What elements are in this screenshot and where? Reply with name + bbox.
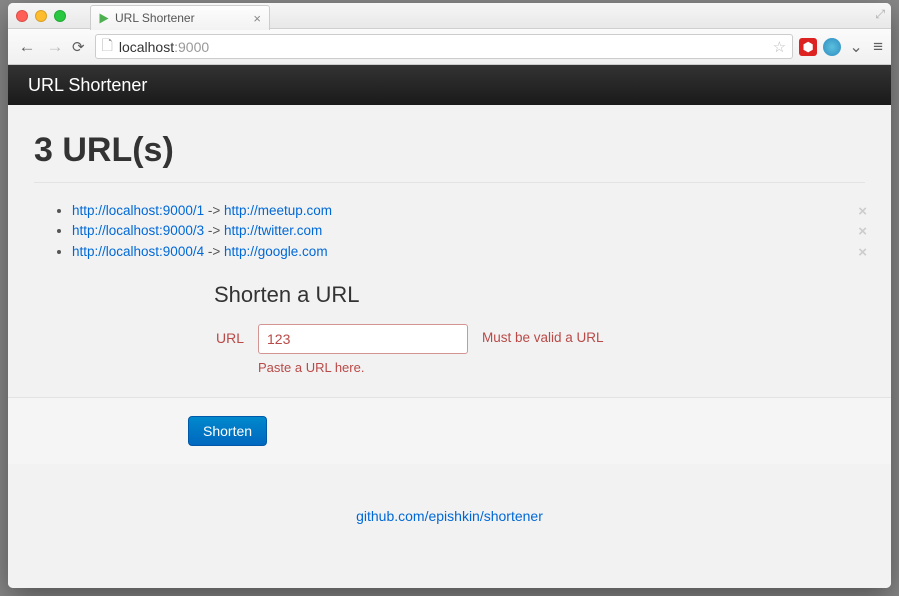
short-url-link[interactable]: http://localhost:9000/3 (72, 223, 204, 238)
reload-button[interactable]: ⟳ (72, 38, 85, 56)
url-list-item: http://localhost:9000/4 -> http://google… (72, 242, 865, 262)
form-row: URL Paste a URL here. Must be valid a UR… (214, 324, 865, 375)
chrome-menu-icon[interactable]: ≡ (873, 37, 883, 57)
short-url-link[interactable]: http://localhost:9000/4 (72, 244, 204, 259)
app-navbar: URL Shortener (8, 65, 891, 105)
arrow-text: -> (208, 244, 224, 259)
url-port: :9000 (174, 39, 209, 55)
url-error-text: Must be valid a URL (482, 324, 604, 345)
url-input[interactable] (258, 324, 468, 354)
shorten-button[interactable]: Shorten (188, 416, 267, 446)
delete-url-icon[interactable]: × (858, 201, 867, 224)
arrow-text: -> (208, 223, 224, 238)
arrow-text: -> (208, 203, 224, 218)
url-list-item: http://localhost:9000/1 -> http://meetup… (72, 201, 865, 221)
play-favicon-icon (100, 13, 109, 23)
fullscreen-icon[interactable]: ⤢ (875, 7, 885, 22)
page-header: 3 URL(s) (34, 117, 865, 183)
zoom-window-button[interactable] (54, 10, 66, 22)
shorten-form: Shorten a URL URL Paste a URL here. Must… (214, 282, 865, 375)
app-brand: URL Shortener (28, 75, 147, 96)
github-link[interactable]: github.com/epishkin/shortener (356, 508, 543, 524)
tab-close-icon[interactable]: × (253, 11, 261, 26)
form-heading: Shorten a URL (214, 282, 865, 308)
long-url-link[interactable]: http://twitter.com (224, 223, 322, 238)
address-bar[interactable]: 🗋 localhost:9000 ☆ (95, 34, 794, 59)
page-content: URL Shortener 3 URL(s) http://localhost:… (8, 65, 891, 588)
url-help-text: Paste a URL here. (258, 360, 468, 375)
main-container: 3 URL(s) http://localhost:9000/1 -> http… (8, 105, 891, 538)
delete-url-icon[interactable]: × (858, 221, 867, 244)
globe-extension-icon[interactable] (823, 38, 841, 56)
url-text: localhost:9000 (119, 39, 767, 55)
short-url-link[interactable]: http://localhost:9000/1 (72, 203, 204, 218)
form-field: Paste a URL here. (258, 324, 468, 375)
url-list: http://localhost:9000/1 -> http://meetup… (34, 201, 865, 262)
traffic-lights (16, 10, 66, 22)
close-window-button[interactable] (16, 10, 28, 22)
browser-window: URL Shortener × ⤢ ← → ⟳ 🗋 localhost:9000… (8, 3, 891, 588)
adblock-extension-icon[interactable]: ⬢ (799, 38, 817, 56)
page-title: 3 URL(s) (34, 131, 865, 170)
browser-tab[interactable]: URL Shortener × (90, 5, 270, 30)
forward-button[interactable]: → (44, 37, 66, 57)
back-button[interactable]: ← (16, 37, 38, 57)
bookmark-star-icon[interactable]: ☆ (773, 38, 786, 56)
tab-title: URL Shortener (115, 11, 247, 25)
long-url-link[interactable]: http://google.com (224, 244, 328, 259)
delete-url-icon[interactable]: × (858, 242, 867, 265)
browser-toolbar: ← → ⟳ 🗋 localhost:9000 ☆ ⬢ ⌄ ≡ (8, 29, 891, 65)
long-url-link[interactable]: http://meetup.com (224, 203, 332, 218)
pocket-extension-icon[interactable]: ⌄ (847, 38, 865, 56)
minimize-window-button[interactable] (35, 10, 47, 22)
url-host: localhost (119, 39, 174, 55)
url-label: URL (214, 324, 244, 346)
footer: github.com/epishkin/shortener (34, 508, 865, 526)
url-list-item: http://localhost:9000/3 -> http://twitte… (72, 221, 865, 241)
window-titlebar: URL Shortener × ⤢ (8, 3, 891, 29)
page-icon: 🗋 (102, 35, 113, 59)
form-actions: Shorten (8, 397, 891, 464)
